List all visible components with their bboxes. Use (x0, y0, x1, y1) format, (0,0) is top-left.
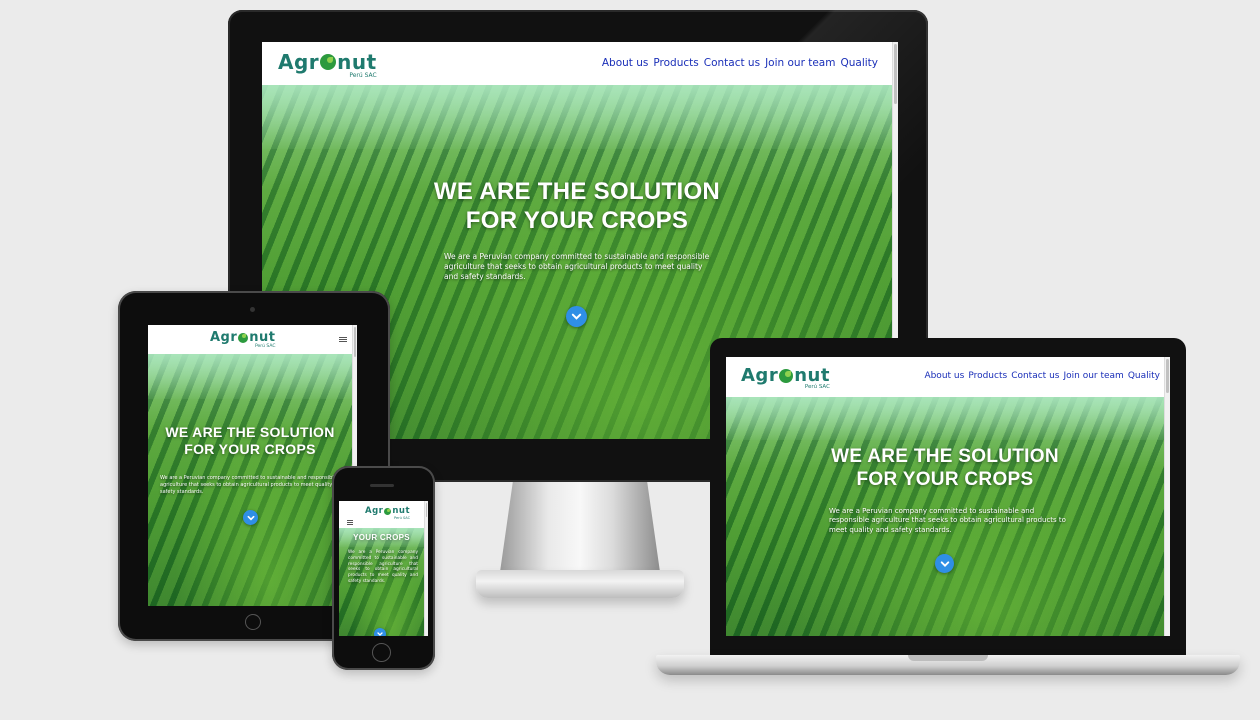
logo-subtitle: Perú SAC (394, 516, 411, 520)
hero-description: We are a Peruvian company committed to s… (829, 507, 1066, 534)
hero-title-line2: FOR YOUR CROPS (856, 469, 1034, 491)
hero-section: YOUR CROPS We are a Peruvian company com… (339, 528, 424, 636)
nav-contact-us[interactable]: Contact us (1011, 371, 1059, 381)
nav-quality[interactable]: Quality (1128, 371, 1160, 381)
hero-title-line1: WE ARE THE SOLUTION (433, 178, 721, 205)
nav-about-us[interactable]: About us (602, 57, 649, 69)
phone-home-button (372, 643, 391, 662)
scroll-down-button[interactable] (935, 554, 954, 573)
logo[interactable]: Agr nut Perú SAC (741, 365, 830, 390)
chevron-down-icon (247, 515, 254, 520)
hero-title-line1: WE ARE THE SOLUTION (165, 424, 335, 440)
logo-subtitle: Perú SAC (254, 344, 276, 349)
navbar: Agr nut Perú SAC About us Products Conta… (262, 42, 898, 85)
nav-join-our-team[interactable]: Join our team (765, 57, 835, 69)
leaf-icon (238, 332, 249, 343)
logo[interactable]: Agr nut Perú SAC (278, 50, 377, 79)
leaf-icon (779, 368, 794, 383)
logo-text-end: nut (392, 506, 411, 516)
logo-text-end: nut (249, 330, 276, 345)
monitor-stand (500, 482, 660, 572)
nav-quality[interactable]: Quality (840, 57, 878, 69)
navbar: Agr nut Perú SAC (339, 501, 428, 528)
monitor-stand-base (476, 570, 684, 598)
hero-title: WE ARE THE SOLUTION FOR YOUR CROPS (726, 445, 1164, 491)
logo[interactable]: Agr nut Perú SAC (210, 330, 276, 349)
nav-links: About us Products Contact us Join our te… (924, 371, 1160, 381)
leaf-icon (384, 507, 392, 515)
scrollbar[interactable] (1164, 357, 1170, 636)
logo[interactable]: Agr nut Perú SAC (365, 506, 410, 520)
hero-description: We are a Peruvian company committed to s… (348, 550, 418, 584)
hero-description: We are a Peruvian company committed to s… (444, 252, 710, 282)
phone-speaker (370, 484, 394, 487)
scrollbar[interactable] (424, 501, 428, 636)
hero-title-line2: FOR YOUR CROPS (184, 441, 316, 458)
laptop-notch (908, 655, 988, 661)
hero-section: WE ARE THE SOLUTION FOR YOUR CROPS We ar… (148, 354, 352, 606)
tablet-camera (250, 307, 255, 312)
logo-text-start: Agr (741, 365, 779, 386)
hero-title: YOUR CROPS (353, 533, 410, 542)
scroll-down-button[interactable] (566, 306, 587, 327)
hamburger-menu-icon[interactable] (339, 337, 347, 342)
logo-text-end: nut (337, 50, 377, 74)
nav-products[interactable]: Products (968, 371, 1007, 381)
hero-title: WE ARE THE SOLUTION FOR YOUR CROPS (148, 424, 352, 458)
logo-text-start: Agr (278, 50, 320, 74)
nav-products[interactable]: Products (653, 57, 698, 69)
hero-description: We are a Peruvian company committed to s… (160, 475, 344, 495)
phone-screen: Agr nut Perú SAC YOUR CROPS We are a Per… (339, 501, 428, 636)
laptop-screen: Agr nut Perú SAC About us Products Conta… (726, 357, 1170, 636)
chevron-down-icon (940, 560, 949, 567)
hero-section: WE ARE THE SOLUTION FOR YOUR CROPS We ar… (726, 397, 1164, 636)
chevron-down-icon (377, 632, 383, 636)
hamburger-menu-icon[interactable] (347, 520, 353, 525)
navbar: Agr nut Perú SAC (148, 325, 357, 354)
hero-title-line2: FOR YOUR CROPS (465, 207, 689, 235)
logo-text-start: Agr (365, 506, 384, 516)
hero-title: WE ARE THE SOLUTION FOR YOUR CROPS (262, 177, 892, 236)
logo-text-end: nut (794, 365, 830, 386)
nav-contact-us[interactable]: Contact us (704, 57, 760, 69)
logo-text-start: Agr (210, 330, 238, 345)
tablet-home-button (245, 614, 261, 630)
tablet-screen: Agr nut Perú SAC WE ARE THE SOLUTION FOR… (148, 325, 357, 606)
scroll-down-button[interactable] (374, 628, 386, 636)
navbar: Agr nut Perú SAC About us Products Conta… (726, 357, 1170, 397)
logo-subtitle: Perú SAC (349, 72, 377, 79)
nav-links: About us Products Contact us Join our te… (602, 57, 878, 69)
scroll-down-button[interactable] (243, 510, 258, 525)
hero-title-line1: WE ARE THE SOLUTION (831, 446, 1059, 467)
logo-subtitle: Perú SAC (804, 384, 830, 390)
leaf-icon (320, 54, 337, 70)
chevron-down-icon (571, 313, 582, 320)
nav-about-us[interactable]: About us (924, 371, 964, 381)
nav-join-our-team[interactable]: Join our team (1063, 371, 1123, 381)
